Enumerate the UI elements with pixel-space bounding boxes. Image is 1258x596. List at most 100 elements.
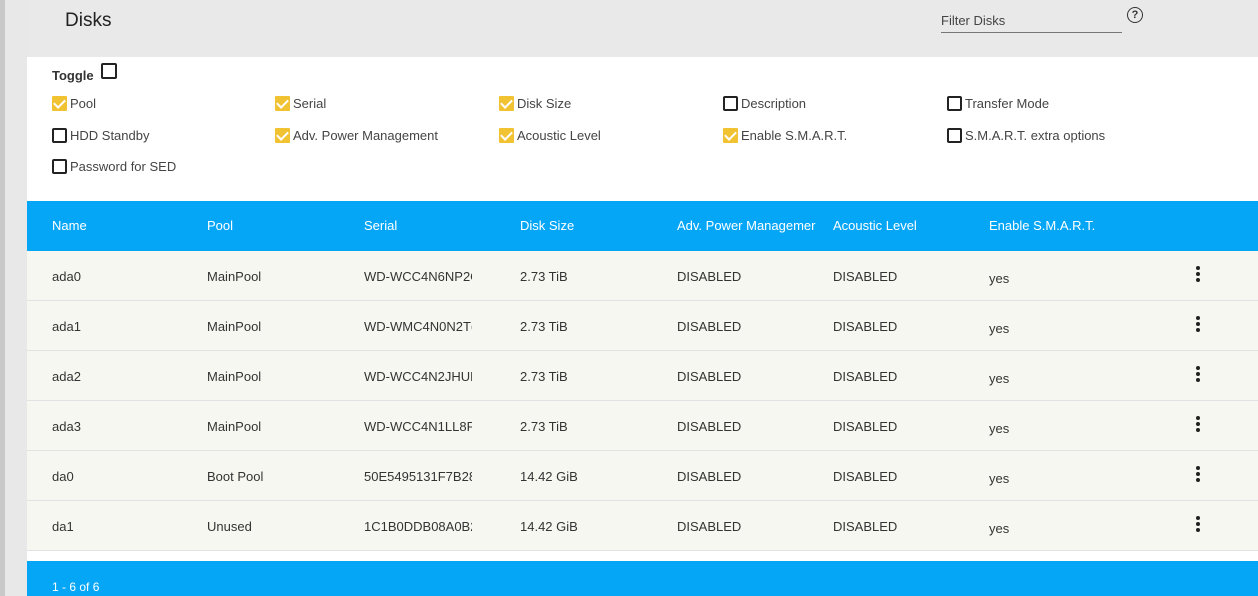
column-toggle-panel: Toggle Pool Serial Disk Size Description Tra… [27,57,1258,201]
table-cell: DISABLED [833,419,898,434]
row-actions-icon[interactable] [1193,515,1203,535]
checkbox-unchecked-icon[interactable] [52,127,67,143]
table-cell: yes [989,371,1010,386]
table-row[interactable]: da1 Unused 1C1B0DDB08A0B2 14.42 GiB DISABLED… [27,501,1258,551]
checkbox-checked-icon[interactable] [499,95,514,111]
table-cell: Unused [207,519,252,534]
checkbox-unchecked-icon[interactable] [947,127,962,143]
toggle-option-label: HDD Standby [70,127,150,143]
checkbox-unchecked-icon[interactable] [947,95,962,111]
help-icon[interactable]: ? [1127,7,1143,23]
toggle-option-label: Pool [70,95,97,111]
table-cell: WD-WMC4N0N2T( [364,319,472,334]
sidebar-rail [0,0,5,596]
toggle-option[interactable]: Acoustic Level [499,126,601,144]
table-row[interactable]: ada0 MainPool WD-WCC4N6NP2C 2.73 TiB DISABLE… [27,251,1258,301]
toggle-option[interactable]: Serial [275,94,326,112]
column-header[interactable]: Adv. Power Managemer [677,218,816,233]
row-actions-icon[interactable] [1193,265,1203,285]
table-cell: yes [989,471,1010,486]
table-cell: DISABLED [833,469,898,484]
table-cell: DISABLED [677,469,742,484]
filter-disks-input[interactable] [941,10,1122,30]
table-cell: MainPool [207,369,262,384]
checkbox-unchecked-icon[interactable] [52,158,67,174]
table-cell: yes [989,271,1010,286]
toggle-option[interactable]: Enable S.M.A.R.T. [723,126,847,144]
table-row[interactable]: ada3 MainPool WD-WCC4N1LL8P 2.73 TiB DISABLE… [27,401,1258,451]
table-row[interactable]: ada2 MainPool WD-WCC4N2JHUN 2.73 TiB DISABLE… [27,351,1258,401]
table-cell: DISABLED [833,369,898,384]
table-cell: WD-WCC4N6NP2C [364,269,472,284]
toggle-option[interactable]: Transfer Mode [947,94,1049,112]
table-cell: DISABLED [677,319,742,334]
disks-table: Name Pool Serial Disk Size Adv. Power Manage… [27,201,1258,551]
column-header[interactable]: Name [52,218,87,233]
row-actions-icon[interactable] [1193,315,1203,335]
toggle-option-label: Enable S.M.A.R.T. [741,127,848,143]
table-cell: ada3 [52,419,81,434]
column-header[interactable]: Pool [207,218,233,233]
table-cell: 50E5495131F7B28 [364,469,472,484]
checkbox-checked-icon[interactable] [275,95,290,111]
row-actions-icon[interactable] [1193,465,1203,485]
disks-card: Disks ? Toggle Pool Serial Disk Size Descri… [27,0,1258,596]
table-cell: DISABLED [677,519,742,534]
table-cell: ada0 [52,269,81,284]
row-actions-icon[interactable] [1193,415,1203,435]
table-cell: DISABLED [833,269,898,284]
toggle-option[interactable]: S.M.A.R.T. extra options [947,126,1105,144]
table-cell: yes [989,321,1010,336]
column-header[interactable]: Serial [364,218,397,233]
table-cell: 1C1B0DDB08A0B2 [364,519,472,534]
table-cell: 2.73 TiB [520,269,568,284]
toggle-option-label: Serial [293,95,327,111]
column-header[interactable]: Acoustic Level [833,218,917,233]
table-cell: yes [989,521,1010,536]
toggle-option[interactable]: Description [723,94,806,112]
table-body: ada0 MainPool WD-WCC4N6NP2C 2.73 TiB DISABLE… [27,251,1258,551]
table-header: Name Pool Serial Disk Size Adv. Power Manage… [27,201,1258,251]
checkbox-checked-icon[interactable] [723,127,738,143]
toggle-option-label: Password for SED [70,158,177,174]
table-cell: 14.42 GiB [520,519,578,534]
table-cell: 14.42 GiB [520,469,578,484]
toggle-option-label: Description [741,95,807,111]
toggle-label: Toggle [52,68,94,83]
table-cell: Boot Pool [207,469,264,484]
table-cell: 2.73 TiB [520,369,568,384]
table-cell: da1 [52,519,74,534]
table-cell: 2.73 TiB [520,319,568,334]
page-title: Disks [65,10,112,31]
table-row[interactable]: da0 Boot Pool 50E5495131F7B28 14.42 GiB DISA… [27,451,1258,501]
toggle-all-checkbox[interactable] [101,63,117,79]
table-cell: DISABLED [677,369,742,384]
table-cell: 2.73 TiB [520,419,568,434]
table-cell: MainPool [207,319,262,334]
table-row[interactable]: ada1 MainPool WD-WMC4N0N2T(2.73 TiB DISABLE… [27,301,1258,351]
table-cell: ada2 [52,369,81,384]
toggle-option[interactable]: Disk Size [499,94,571,112]
toggle-option[interactable]: Adv. Power Management [275,126,438,144]
column-header[interactable]: Enable S.M.A.R.T. [989,218,1095,233]
table-cell: MainPool [207,419,262,434]
pagination-range: 1 - 6 of 6 [52,580,100,594]
toggle-option-label: Acoustic Level [517,127,601,143]
table-cell: DISABLED [677,269,742,284]
toggle-option[interactable]: Password for SED [52,157,176,175]
checkbox-checked-icon[interactable] [499,127,514,143]
toggle-option[interactable]: HDD Standby [52,126,149,144]
checkbox-checked-icon[interactable] [52,95,67,111]
row-actions-icon[interactable] [1193,365,1203,385]
card-header: Disks ? [27,0,1258,57]
table-cell: da0 [52,469,74,484]
table-cell: DISABLED [833,319,898,334]
table-cell: DISABLED [833,519,898,534]
filter-disks[interactable] [941,10,1122,33]
toggle-option[interactable]: Pool [52,94,96,112]
toggle-option-label: Disk Size [517,95,572,111]
checkbox-checked-icon[interactable] [275,127,290,143]
checkbox-unchecked-icon[interactable] [723,95,738,111]
column-header[interactable]: Disk Size [520,218,574,233]
table-cell: yes [989,421,1010,436]
